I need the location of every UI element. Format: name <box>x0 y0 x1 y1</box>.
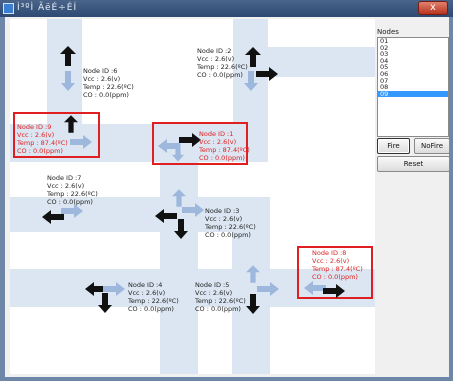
app-icon <box>3 3 14 14</box>
node-temp: Temp : 22.6(ºC) <box>197 63 248 71</box>
node-id: Node ID :1 <box>199 130 234 138</box>
sensor-node-4[interactable]: Node ID :4 Vcc : 2.6(v) Temp : 22.6(ºC) … <box>128 281 179 313</box>
node-vcc: Vcc : 2.6(v) <box>199 138 237 146</box>
arrow-right-icon <box>256 66 278 85</box>
node-co: CO : 0.0(ppm) <box>128 305 174 313</box>
client-area: Node ID :6 Vcc : 2.6(v) Temp : 22.6(ºC) … <box>5 17 450 377</box>
window-bottom-frame <box>0 377 453 381</box>
nodes-listbox[interactable]: 01 02 03 04 05 06 07 08 09 <box>377 37 449 137</box>
evacuation-map: Node ID :6 Vcc : 2.6(v) Temp : 22.6(ºC) … <box>10 19 375 374</box>
arrow-right-icon <box>70 134 92 153</box>
arrow-down-icon <box>174 219 188 243</box>
node-temp: Temp : 87.4(ºC) <box>17 139 68 147</box>
node-temp: Temp : 22.6(ºC) <box>83 83 134 91</box>
arrow-right-icon <box>257 281 279 300</box>
node-co: CO : 0.0(ppm) <box>17 147 63 155</box>
window-title: Ì³ºÌ ÃëÉ÷ÉÍ <box>17 3 78 13</box>
arrow-right-icon <box>323 283 345 302</box>
node-vcc: Vcc : 2.6(v) <box>195 289 233 297</box>
list-item[interactable]: 08 <box>378 84 448 91</box>
node-id: Node ID :2 <box>197 47 232 55</box>
sensor-node-9[interactable]: Node ID :9 Vcc : 2.6(v) Temp : 87.4(ºC) … <box>17 123 68 155</box>
node-id: Node ID :5 <box>195 281 230 289</box>
sensor-node-6[interactable]: Node ID :6 Vcc : 2.6(v) Temp : 22.6(ºC) … <box>83 67 134 99</box>
arrow-down-icon <box>61 71 75 95</box>
list-item[interactable]: 06 <box>378 71 448 78</box>
node-temp: Temp : 22.6(ºC) <box>195 297 246 305</box>
node-id: Node ID :6 <box>83 67 118 75</box>
app-window: Ì³ºÌ ÃëÉ÷ÉÍ x Node ID :6 Vcc : 2.6(v) Te… <box>0 0 453 381</box>
fire-button[interactable]: Fire <box>377 138 410 154</box>
nofire-button[interactable]: NoFire <box>414 138 450 154</box>
node-temp: Temp : 22.6(ºC) <box>47 190 98 198</box>
list-item[interactable]: 04 <box>378 58 448 65</box>
node-vcc: Vcc : 2.6(v) <box>128 289 166 297</box>
node-vcc: Vcc : 2.6(v) <box>197 55 235 63</box>
arrow-down-icon <box>172 144 184 166</box>
sensor-node-8[interactable]: Node ID :8 Vcc : 2.6(v) Temp : 87.4(ºC) … <box>312 249 363 281</box>
node-vcc: Vcc : 2.6(v) <box>205 215 243 223</box>
node-id: Node ID :7 <box>47 174 82 182</box>
node-temp: Temp : 22.6(ºC) <box>128 297 179 305</box>
node-id: Node ID :4 <box>128 281 163 289</box>
title-bar[interactable]: Ì³ºÌ ÃëÉ÷ÉÍ x <box>0 0 453 17</box>
sensor-node-3[interactable]: Node ID :3 Vcc : 2.6(v) Temp : 22.6(ºC) … <box>205 207 256 239</box>
node-temp: Temp : 87.4(ºC) <box>312 265 363 273</box>
list-item[interactable]: 01 <box>378 38 448 45</box>
node-temp: Temp : 22.6(ºC) <box>205 223 256 231</box>
node-vcc: Vcc : 2.6(v) <box>17 131 55 139</box>
reset-button[interactable]: Reset <box>377 156 450 172</box>
sensor-node-2[interactable]: Node ID :2 Vcc : 2.6(v) Temp : 22.6(ºC) … <box>197 47 248 79</box>
arrow-right-icon <box>61 203 83 222</box>
arrow-up-icon <box>60 46 76 70</box>
list-item[interactable]: 02 <box>378 44 448 52</box>
node-co: CO : 0.0(ppm) <box>197 71 243 79</box>
node-co: CO : 0.0(ppm) <box>195 305 241 313</box>
nodes-label: Nodes <box>377 28 399 36</box>
node-co: CO : 0.0(ppm) <box>83 91 129 99</box>
node-co: CO : 0.0(ppm) <box>205 231 251 239</box>
node-temp: Temp : 87.4(ºC) <box>199 146 250 154</box>
node-co: CO : 0.0(ppm) <box>199 154 245 162</box>
arrow-down-icon <box>244 71 258 95</box>
list-item[interactable]: 03 <box>378 51 448 58</box>
sensor-node-7[interactable]: Node ID :7 Vcc : 2.6(v) Temp : 22.6(ºC) … <box>47 174 98 206</box>
close-button[interactable]: x <box>418 1 448 15</box>
arrow-down-icon <box>98 293 112 317</box>
sensor-node-1[interactable]: Node ID :1 Vcc : 2.6(v) Temp : 87.4(ºC) … <box>199 130 250 162</box>
list-item[interactable]: 07 <box>378 77 448 85</box>
list-item-selected[interactable]: 09 <box>378 91 448 98</box>
node-id: Node ID :3 <box>205 207 240 215</box>
node-vcc: Vcc : 2.6(v) <box>83 75 121 83</box>
node-vcc: Vcc : 2.6(v) <box>47 182 85 190</box>
node-vcc: Vcc : 2.6(v) <box>312 257 350 265</box>
list-item[interactable]: 05 <box>378 64 448 71</box>
sensor-node-5[interactable]: Node ID :5 Vcc : 2.6(v) Temp : 22.6(ºC) … <box>195 281 246 313</box>
node-id: Node ID :8 <box>312 249 347 257</box>
arrow-down-icon <box>246 294 260 318</box>
node-id: Node ID :9 <box>17 123 52 131</box>
